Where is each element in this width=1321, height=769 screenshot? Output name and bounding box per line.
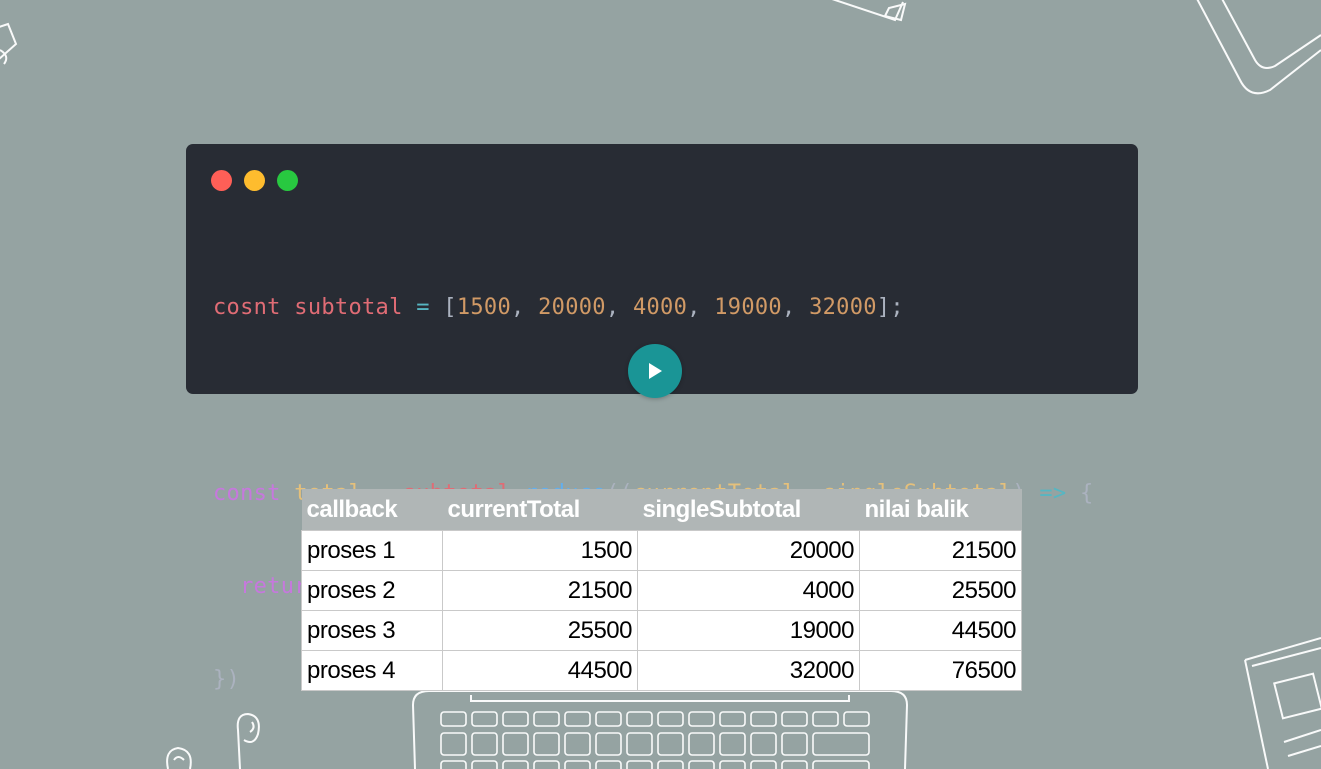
table-cell: proses 2 [301, 570, 443, 611]
table-row: proses 1 1500 20000 21500 [301, 530, 1022, 571]
column-header-single-subtotal: singleSubtotal [637, 489, 860, 531]
array-value: 20000 [538, 295, 606, 320]
array-value: 1500 [456, 295, 512, 320]
reduce-process-table: callback currentTotal singleSubtotal nil… [301, 489, 1022, 691]
tablet-icon [1196, 0, 1321, 95]
keyword: const [213, 481, 281, 506]
column-header-callback: callback [301, 489, 443, 531]
table-row: proses 3 25500 19000 44500 [301, 610, 1022, 651]
table-cell: proses 3 [301, 610, 443, 651]
arrow-operator: => [1039, 481, 1067, 506]
close-window-button[interactable] [211, 170, 232, 191]
table-cell: 32000 [637, 650, 860, 691]
table-cell: 1500 [442, 530, 638, 571]
table-cell: proses 4 [301, 650, 443, 691]
book-icon [831, 0, 907, 22]
table-row: proses 2 21500 4000 25500 [301, 570, 1022, 611]
table-row: proses 4 44500 32000 76500 [301, 650, 1022, 691]
table-cell: 4000 [637, 570, 860, 611]
table-cell: 76500 [859, 650, 1022, 691]
table-cell: 44500 [442, 650, 638, 691]
table-cell: 25500 [859, 570, 1022, 611]
column-header-return-value: nilai balik [859, 489, 1022, 531]
table-header-row: callback currentTotal singleSubtotal nil… [301, 489, 1022, 531]
mug-icon [0, 22, 18, 65]
play-button[interactable] [628, 344, 682, 398]
table-cell: proses 1 [301, 530, 443, 571]
minimize-window-button[interactable] [244, 170, 265, 191]
array-value: 19000 [714, 295, 782, 320]
keyword: cosnt [213, 295, 281, 320]
bracket: [ [443, 295, 457, 320]
table-cell: 19000 [637, 610, 860, 651]
table-cell: 21500 [442, 570, 638, 611]
table-cell: 44500 [859, 610, 1022, 651]
table-cell: 21500 [859, 530, 1022, 571]
code-line-1: cosnt subtotal = [1500, 20000, 4000, 190… [213, 295, 904, 320]
maximize-window-button[interactable] [277, 170, 298, 191]
play-icon [649, 363, 662, 379]
array-value: 32000 [809, 295, 877, 320]
operator: = [416, 295, 430, 320]
bracket: ]; [876, 295, 904, 320]
column-header-current-total: currentTotal [442, 489, 638, 531]
variable-name: subtotal [294, 295, 403, 320]
calculator-icon [1244, 637, 1321, 769]
array-value: 4000 [632, 295, 688, 320]
table-cell: 20000 [637, 530, 860, 571]
table-cell: 25500 [442, 610, 638, 651]
